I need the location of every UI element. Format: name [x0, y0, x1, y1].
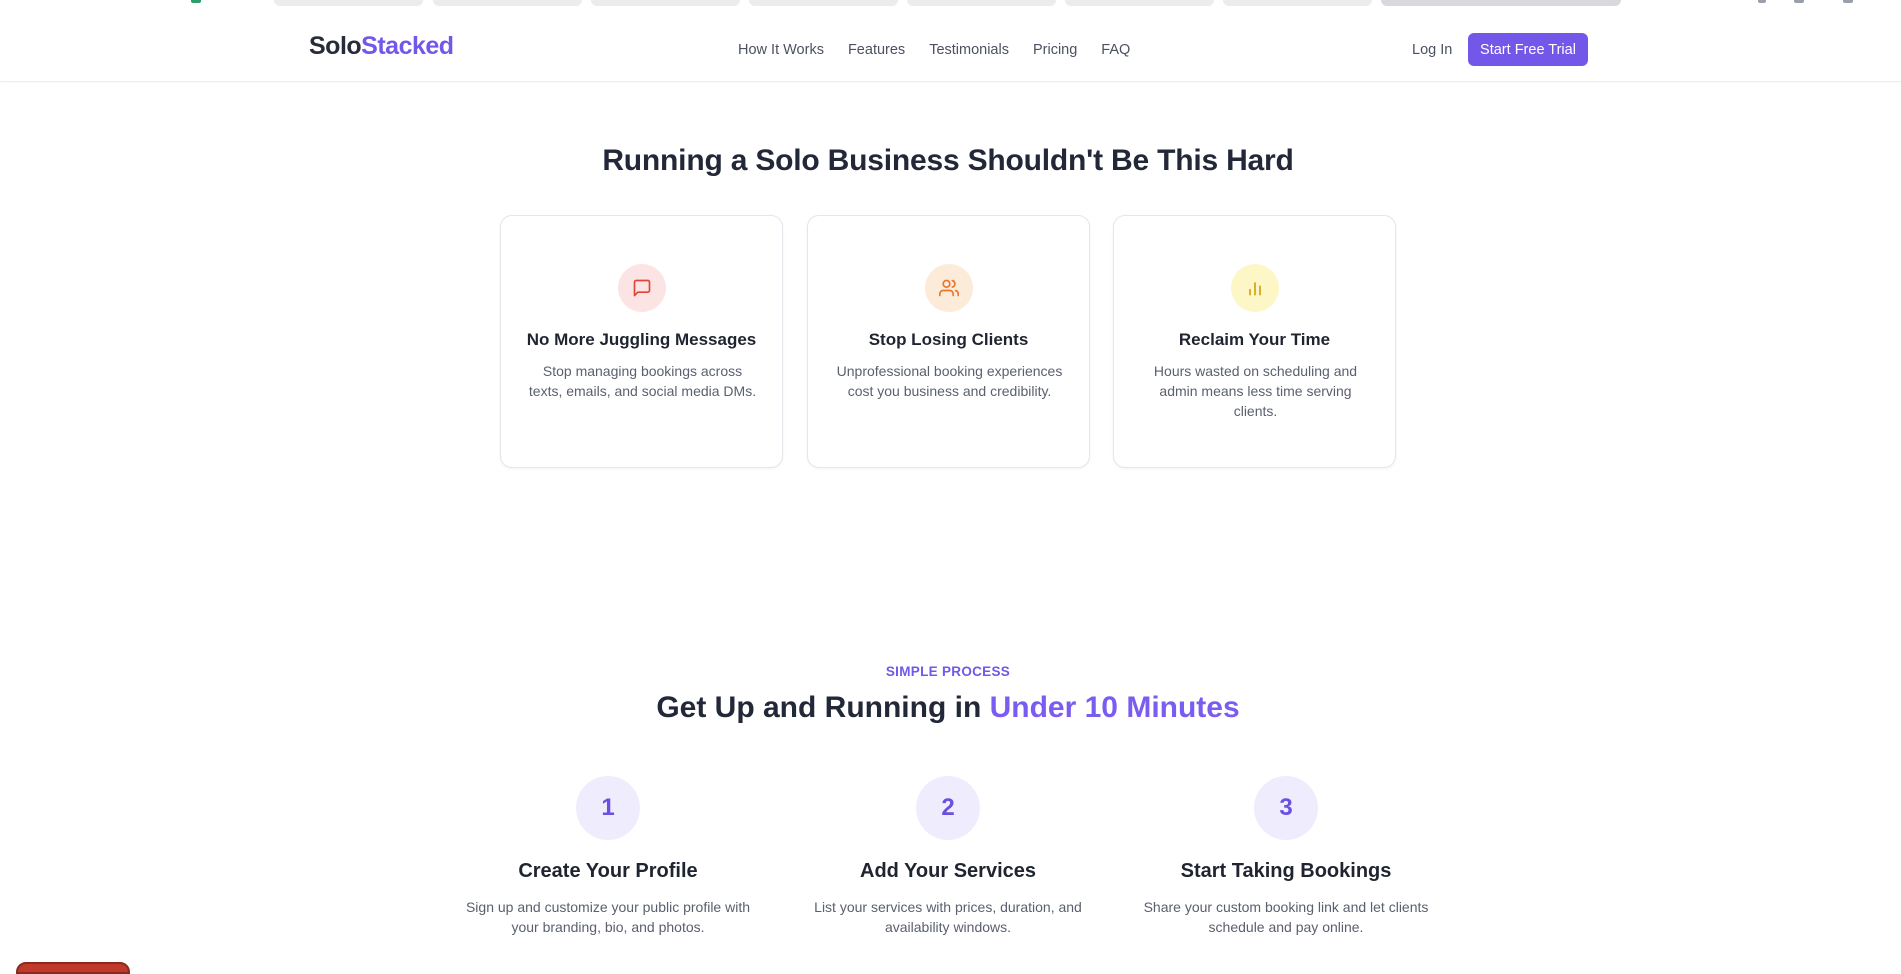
- process-heading-main: Get Up and Running in: [656, 691, 990, 724]
- process-step: 1 Create Your Profile Sign up and custom…: [448, 776, 768, 937]
- floating-widget-button[interactable]: [16, 962, 130, 974]
- problem-card: Stop Losing Clients Unprofessional booki…: [807, 215, 1090, 468]
- nav-link-testimonials[interactable]: Testimonials: [929, 42, 1009, 58]
- section-eyebrow: SIMPLE PROCESS: [885, 664, 1011, 679]
- browser-tab-active[interactable]: [1381, 0, 1621, 6]
- problem-card-title: Stop Losing Clients: [868, 330, 1029, 349]
- problem-card-title: No More Juggling Messages: [526, 330, 757, 349]
- nav-link-faq[interactable]: FAQ: [1101, 42, 1130, 58]
- process-section-heading: Get Up and Running in Under 10 Minutes: [0, 691, 1896, 725]
- browser-tab[interactable]: [907, 0, 1056, 6]
- nav-link-how-it-works[interactable]: How It Works: [738, 42, 824, 58]
- browser-tab[interactable]: [591, 0, 740, 6]
- process-heading-accent: Under 10 Minutes: [989, 691, 1240, 724]
- process-step: 2 Add Your Services List your services w…: [788, 776, 1108, 937]
- nav-link-pricing[interactable]: Pricing: [1033, 42, 1077, 58]
- browser-tab[interactable]: [433, 0, 582, 6]
- toolbar-icon[interactable]: [1794, 0, 1804, 3]
- browser-tab-strip: [0, 0, 1901, 6]
- login-link[interactable]: Log In: [1412, 42, 1452, 58]
- process-step: 3 Start Taking Bookings Share your custo…: [1126, 776, 1446, 937]
- nav-link-features[interactable]: Features: [848, 42, 905, 58]
- toolbar-icon[interactable]: [1758, 0, 1766, 3]
- step-title: Start Taking Bookings: [1180, 860, 1392, 882]
- brand-logo-part2: Stacked: [361, 32, 454, 60]
- step-text: Sign up and customize your public profil…: [465, 899, 751, 935]
- problem-card: No More Juggling Messages Stop managing …: [500, 215, 783, 468]
- problem-card-title: Reclaim Your Time: [1178, 330, 1331, 349]
- toolbar-icon[interactable]: [1843, 0, 1853, 3]
- step-number-badge: 3: [1254, 776, 1318, 840]
- site-header: SoloStacked How It Works Features Testim…: [0, 7, 1901, 82]
- browser-tab[interactable]: [1065, 0, 1214, 6]
- step-number-badge: 1: [576, 776, 640, 840]
- bar-chart-icon: [1231, 264, 1279, 312]
- start-free-trial-button[interactable]: Start Free Trial: [1468, 33, 1588, 66]
- problem-card-text: Unprofessional booking experiences cost …: [836, 363, 1063, 399]
- step-title: Add Your Services: [860, 860, 1036, 882]
- browser-tab[interactable]: [749, 0, 898, 6]
- problem-section-heading: Running a Solo Business Shouldn't Be Thi…: [602, 144, 1294, 177]
- main-nav: How It Works Features Testimonials Prici…: [738, 42, 1130, 58]
- brand-logo[interactable]: SoloStacked: [309, 32, 454, 61]
- brand-logo-part1: Solo: [309, 32, 362, 60]
- step-text: Share your custom booking link and let c…: [1143, 899, 1429, 935]
- step-title: Create Your Profile: [518, 860, 698, 882]
- users-icon: [925, 264, 973, 312]
- message-square-icon: [618, 264, 666, 312]
- step-number-badge: 2: [916, 776, 980, 840]
- step-text: List your services with prices, duration…: [814, 899, 1082, 935]
- browser-tab[interactable]: [274, 0, 423, 6]
- browser-tab[interactable]: [1223, 0, 1372, 6]
- problem-card: Reclaim Your Time Hours wasted on schedu…: [1113, 215, 1396, 468]
- problem-card-text: Hours wasted on scheduling and admin mea…: [1153, 363, 1358, 419]
- problem-card-text: Stop managing bookings across texts, ema…: [528, 363, 757, 399]
- tab-favicon-icon: [191, 0, 201, 3]
